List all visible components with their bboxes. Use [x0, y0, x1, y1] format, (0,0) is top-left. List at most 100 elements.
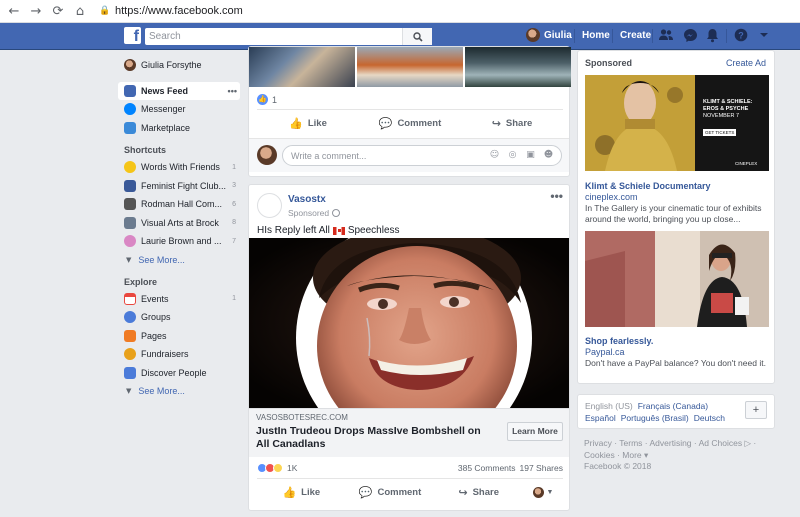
comment-button[interactable]: 💬 Comment — [346, 479, 435, 506]
ad-domain-link[interactable]: cineplex.com — [585, 192, 638, 202]
facebook-logo-icon[interactable]: f — [124, 27, 141, 44]
group-icon — [124, 198, 136, 211]
divider — [612, 29, 613, 43]
sidebar-item-laurie-brown[interactable]: Laurie Brown and ... 7 — [118, 232, 240, 251]
sidebar-item-messenger[interactable]: Messenger — [118, 100, 240, 119]
create-link[interactable]: Create — [620, 30, 651, 41]
badge-count: 8 — [232, 219, 236, 227]
language-link[interactable]: Français (Canada) — [638, 401, 708, 411]
sidebar-item-label: Visual Arts at Brock — [141, 217, 219, 228]
see-more-shortcuts-link[interactable]: ▼ See More... — [126, 251, 240, 269]
url-text[interactable]: https://www.facebook.com — [115, 5, 243, 17]
messenger-icon — [124, 103, 136, 116]
sidebar-item-news-feed[interactable]: News Feed ••• — [118, 81, 240, 100]
sidebar-item-label: Discover People — [141, 367, 207, 378]
explore-heading: Explore — [124, 276, 158, 287]
reload-button[interactable]: ⟳ — [47, 4, 69, 19]
help-icon[interactable]: ? — [733, 28, 749, 44]
footer-links: Privacy · Terms · Advertising · Ad Choic… — [584, 438, 774, 473]
search-icon[interactable] — [402, 28, 432, 45]
calendar-icon — [124, 292, 136, 305]
footer-line[interactable]: Cookies · More ▾ — [584, 450, 774, 462]
like-button[interactable]: 👍 Like — [257, 479, 346, 506]
group-icon — [124, 216, 136, 229]
language-link[interactable]: Español — [585, 413, 616, 423]
link-preview[interactable]: VASOSBOTESREC.COM JustIn Trudeou Drops M… — [249, 408, 569, 457]
sidebar-item-label: Marketplace — [141, 122, 191, 133]
ad-image-klimt[interactable]: KLIMT & SCHIELE: EROS & PSYCHE NOVEMBER … — [585, 75, 769, 171]
sidebar-item-visual-arts-at-brock[interactable]: Visual Arts at Brock 8 — [118, 214, 240, 233]
sidebar-item-rodman-hall[interactable]: Rodman Hall Com... 6 — [118, 195, 240, 214]
learn-more-button[interactable]: Learn More — [507, 422, 563, 441]
post-image[interactable] — [249, 238, 569, 408]
see-more-label: See More... — [138, 386, 185, 396]
sidebar-item-label: Pages — [141, 330, 167, 341]
sidebar-item-marketplace[interactable]: Marketplace — [118, 119, 240, 138]
ad-image-paypal[interactable] — [585, 231, 769, 327]
group-icon — [124, 179, 136, 192]
link-title[interactable]: JustIn Trudeou Drops MassIve Bombshell o… — [256, 425, 496, 451]
sidebar-item-label: Fundraisers — [141, 349, 189, 360]
svg-text:?: ? — [738, 30, 744, 40]
sidebar-item-label: Groups — [141, 312, 171, 323]
sidebar-item-label: Events — [141, 293, 169, 304]
language-current: English (US) — [585, 401, 633, 411]
shares-count-link[interactable]: 197 Shares — [520, 463, 563, 473]
ad-domain-link[interactable]: Paypal.ca — [585, 347, 625, 357]
chevron-down-icon: ▼ — [126, 387, 132, 395]
ad-title-link[interactable]: Shop fearlessly. — [585, 336, 653, 346]
post-actions: 👍 Like 💬 Comment ↪ Share ▼ — [257, 478, 563, 506]
see-more-explore-link[interactable]: ▼ See More... — [126, 382, 240, 400]
ad-description: In The Gallery is your cinematic tour of… — [585, 203, 762, 224]
ad-description: Don't have a PayPal balance? You don't n… — [585, 358, 766, 368]
account-menu-chevron-down-icon[interactable] — [756, 28, 772, 44]
reaction-summary[interactable]: 1K 385 Comments 197 Shares — [257, 461, 563, 475]
ad-overlay-button: GET TICKETS — [703, 129, 737, 136]
search-placeholder: Search — [149, 31, 181, 42]
language-link[interactable]: Português (Brasil) — [621, 413, 689, 423]
avatar — [526, 28, 540, 42]
forward-button[interactable]: → — [25, 4, 47, 19]
comment-label: Comment — [377, 487, 422, 498]
sidebar-item-label: Feminist Fight Club... — [141, 180, 227, 191]
sidebar-item-groups[interactable]: Groups — [118, 308, 240, 327]
sidebar-item-fundraisers[interactable]: Fundraisers — [118, 345, 240, 364]
divider — [574, 29, 575, 43]
profile-link[interactable]: Giulia — [526, 28, 572, 42]
home-button[interactable]: ⌂ — [69, 4, 91, 19]
share-label: Share — [472, 487, 499, 498]
fundraisers-icon — [124, 348, 136, 361]
notifications-bell-icon[interactable] — [704, 28, 720, 44]
friend-requests-icon[interactable] — [658, 28, 674, 44]
search-input[interactable]: Search — [145, 28, 432, 45]
sidebar-item-discover-people[interactable]: Discover People — [118, 364, 240, 383]
thumbs-up-icon: 👍 — [282, 486, 297, 499]
reaction-as-selector[interactable]: ▼ — [523, 479, 563, 506]
sidebar-item-label: Words With Friends — [141, 162, 220, 173]
more-options-icon[interactable]: ••• — [228, 86, 237, 96]
back-button[interactable]: ← — [3, 4, 25, 19]
like-label: Like — [301, 487, 321, 498]
create-ad-link[interactable]: Create Ad — [726, 58, 766, 68]
sidebar-profile[interactable]: Giulia Forsythe — [118, 56, 240, 75]
home-link[interactable]: Home — [582, 30, 610, 41]
comments-count-link[interactable]: 385 Comments — [458, 463, 516, 473]
badge-count: 1 — [232, 163, 236, 171]
sidebar-profile-label: Giulia Forsythe — [141, 60, 202, 71]
sidebar-item-events[interactable]: Events 1 — [118, 290, 240, 309]
news-feed-icon — [124, 84, 136, 97]
footer-line[interactable]: Privacy · Terms · Advertising · Ad Choic… — [584, 438, 774, 450]
ad-overlay-text: KLIMT & SCHIELE: — [703, 99, 753, 105]
group-icon — [124, 235, 136, 248]
add-language-button[interactable]: + — [745, 401, 767, 419]
sidebar-item-pages[interactable]: Pages — [118, 327, 240, 346]
reaction-count: 1K — [287, 463, 298, 473]
copyright: Facebook © 2018 — [584, 461, 652, 471]
sidebar-item-words-with-friends[interactable]: Words With Friends 1 — [118, 158, 240, 177]
messenger-icon[interactable] — [682, 28, 698, 44]
sidebar-item-feminist-fight-club[interactable]: Feminist Fight Club... 3 — [118, 177, 240, 196]
share-button[interactable]: ↪ Share — [434, 479, 523, 506]
language-link[interactable]: Deutsch — [694, 413, 725, 423]
address-bar[interactable]: 🔒 https://www.facebook.com — [99, 2, 243, 20]
ad-title-link[interactable]: Klimt & Schiele Documentary — [585, 181, 711, 191]
